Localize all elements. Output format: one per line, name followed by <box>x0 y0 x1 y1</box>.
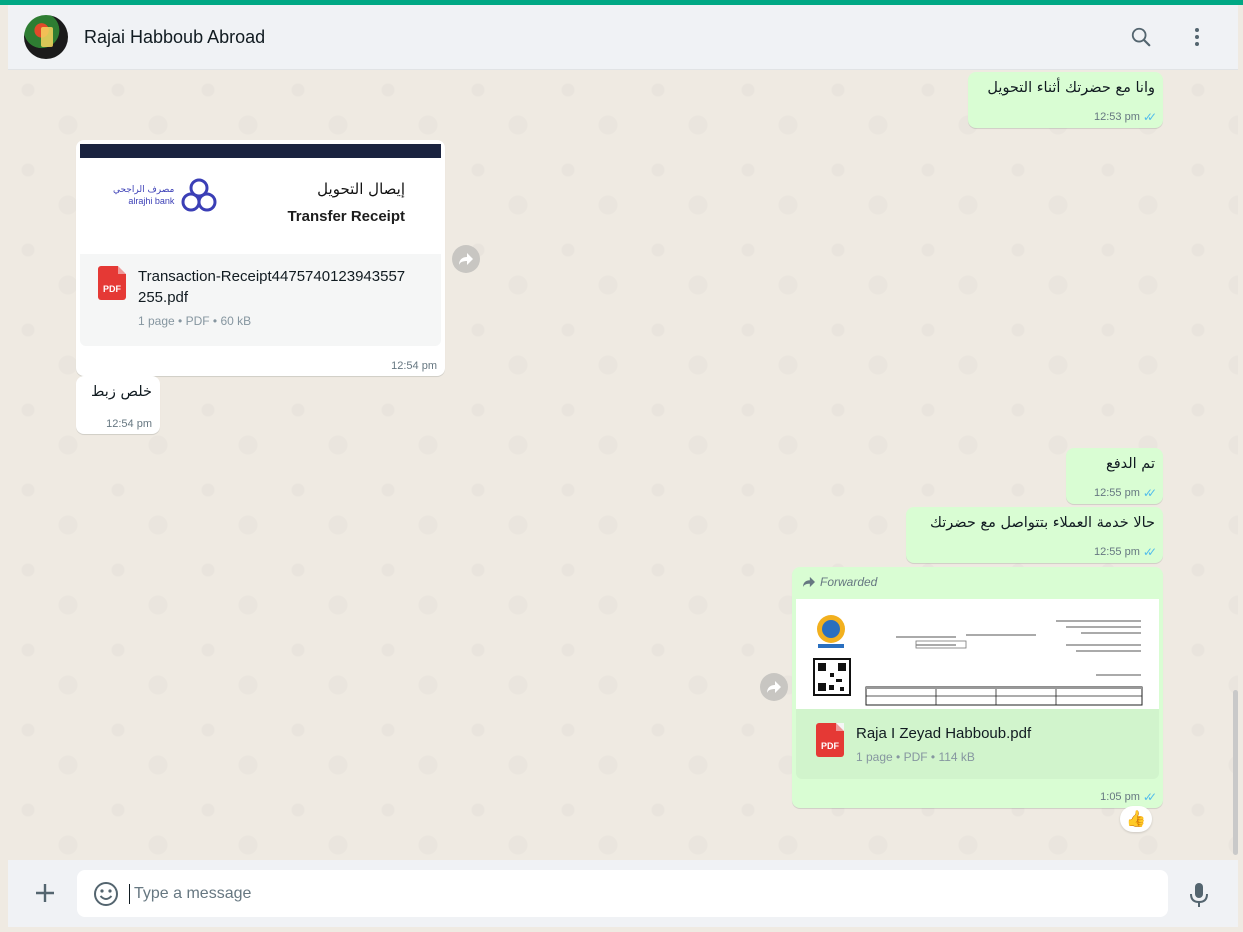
document-file-name: Transaction-Receipt4475740123943557255.p… <box>138 268 406 306</box>
message-bubble-incoming-document[interactable]: مصرف الراجحي alrajhi bank إيصال التحويل … <box>76 140 445 376</box>
message-input-placeholder: Type a message <box>134 884 252 902</box>
message-time: 1:05 pm <box>1100 791 1140 803</box>
preview-title-ar: إيصال التحويل <box>317 180 405 198</box>
message-time: 12:53 pm <box>1094 111 1140 123</box>
search-icon <box>1131 27 1151 47</box>
read-ticks-icon: ✓✓ <box>1142 110 1157 124</box>
message-time: 12:55 pm <box>1094 487 1140 499</box>
message-meta: 12:53 pm ✓✓ <box>1094 110 1157 124</box>
message-text: خلص زبط <box>91 384 152 400</box>
read-ticks-icon: ✓✓ <box>1142 486 1157 500</box>
message-bubble-outgoing[interactable]: حالا خدمة العملاء بتتواصل مع حضرتك 12:55… <box>906 507 1163 563</box>
read-ticks-icon: ✓✓ <box>1142 790 1157 804</box>
message-input[interactable]: Type a message <box>77 870 1168 917</box>
pdf-file-icon: PDF <box>816 723 844 757</box>
preview-header-bar <box>80 144 441 158</box>
document-info[interactable]: PDF Transaction-Receipt44757401239435572… <box>80 254 441 346</box>
plus-icon <box>36 884 54 902</box>
search-button[interactable] <box>1126 22 1156 52</box>
message-meta: 12:55 pm ✓✓ <box>1094 545 1157 559</box>
microphone-icon <box>1190 883 1208 907</box>
message-meta: 12:54 pm <box>106 418 152 430</box>
message-time: 12:54 pm <box>391 360 437 372</box>
chat-header: Rajai Habboub Abroad <box>8 5 1238 70</box>
voice-message-button[interactable] <box>1188 882 1210 913</box>
message-text: وانا مع حضرتك أثناء التحويل <box>987 80 1155 96</box>
forward-button[interactable] <box>452 245 480 273</box>
emoji-icon[interactable] <box>93 881 119 907</box>
document-preview[interactable] <box>796 599 1159 709</box>
message-meta: 12:55 pm ✓✓ <box>1094 486 1157 500</box>
message-bubble-outgoing[interactable]: وانا مع حضرتك أثناء التحويل 12:53 pm ✓✓ <box>968 72 1163 128</box>
attach-button[interactable] <box>34 882 56 907</box>
contact-name[interactable]: Rajai Habboub Abroad <box>84 27 265 48</box>
menu-button[interactable] <box>1182 22 1212 52</box>
text-caret <box>129 883 130 904</box>
forwarded-label: Forwarded <box>802 575 877 589</box>
message-bubble-outgoing-document[interactable]: Forwarded PDF Raja I Zeyad Habboub.pdf 1… <box>792 567 1163 808</box>
message-meta: 12:54 pm <box>391 360 437 372</box>
bank-logo-text-ar: مصرف الراجحي <box>113 185 175 195</box>
message-bubble-incoming[interactable]: خلص زبط 12:54 pm <box>76 376 160 434</box>
bank-logo-text-en: alrajhi bank <box>128 196 175 206</box>
forwarded-icon <box>803 576 815 588</box>
forwarded-text: Forwarded <box>820 575 878 589</box>
contact-avatar[interactable] <box>24 15 68 59</box>
message-composer: Type a message <box>8 860 1238 927</box>
invoice-thumbnail <box>813 615 1143 706</box>
preview-title-en: Transfer Receipt <box>287 208 405 225</box>
pdf-file-icon: PDF <box>98 266 126 300</box>
document-preview[interactable]: مصرف الراجحي alrajhi bank إيصال التحويل … <box>80 144 441 254</box>
chat-scrollbar[interactable] <box>1233 690 1238 855</box>
message-meta: 1:05 pm ✓✓ <box>1100 790 1157 804</box>
message-bubble-outgoing[interactable]: تم الدفع 12:55 pm ✓✓ <box>1066 448 1163 504</box>
message-time: 12:54 pm <box>106 418 152 430</box>
document-file-meta: 1 page • PDF • 114 kB <box>856 750 975 764</box>
document-file-meta: 1 page • PDF • 60 kB <box>138 314 252 328</box>
document-info[interactable]: PDF Raja I Zeyad Habboub.pdf 1 page • PD… <box>796 709 1159 779</box>
forward-icon <box>459 253 473 265</box>
message-text: تم الدفع <box>1105 456 1155 472</box>
message-text: حالا خدمة العملاء بتتواصل مع حضرتك <box>930 515 1155 531</box>
bank-logo-icon <box>181 178 217 212</box>
forward-button[interactable] <box>760 673 788 701</box>
document-file-name: Raja I Zeyad Habboub.pdf <box>856 725 1032 742</box>
bank-logo: مصرف الراجحي alrajhi bank <box>113 178 218 214</box>
message-list[interactable]: وانا مع حضرتك أثناء التحويل 12:53 pm ✓✓ … <box>8 70 1238 860</box>
forward-icon <box>767 681 781 693</box>
menu-icon <box>1195 28 1199 46</box>
message-time: 12:55 pm <box>1094 546 1140 558</box>
thumbs-up-reaction[interactable]: 👍 <box>1120 806 1152 832</box>
read-ticks-icon: ✓✓ <box>1142 545 1157 559</box>
